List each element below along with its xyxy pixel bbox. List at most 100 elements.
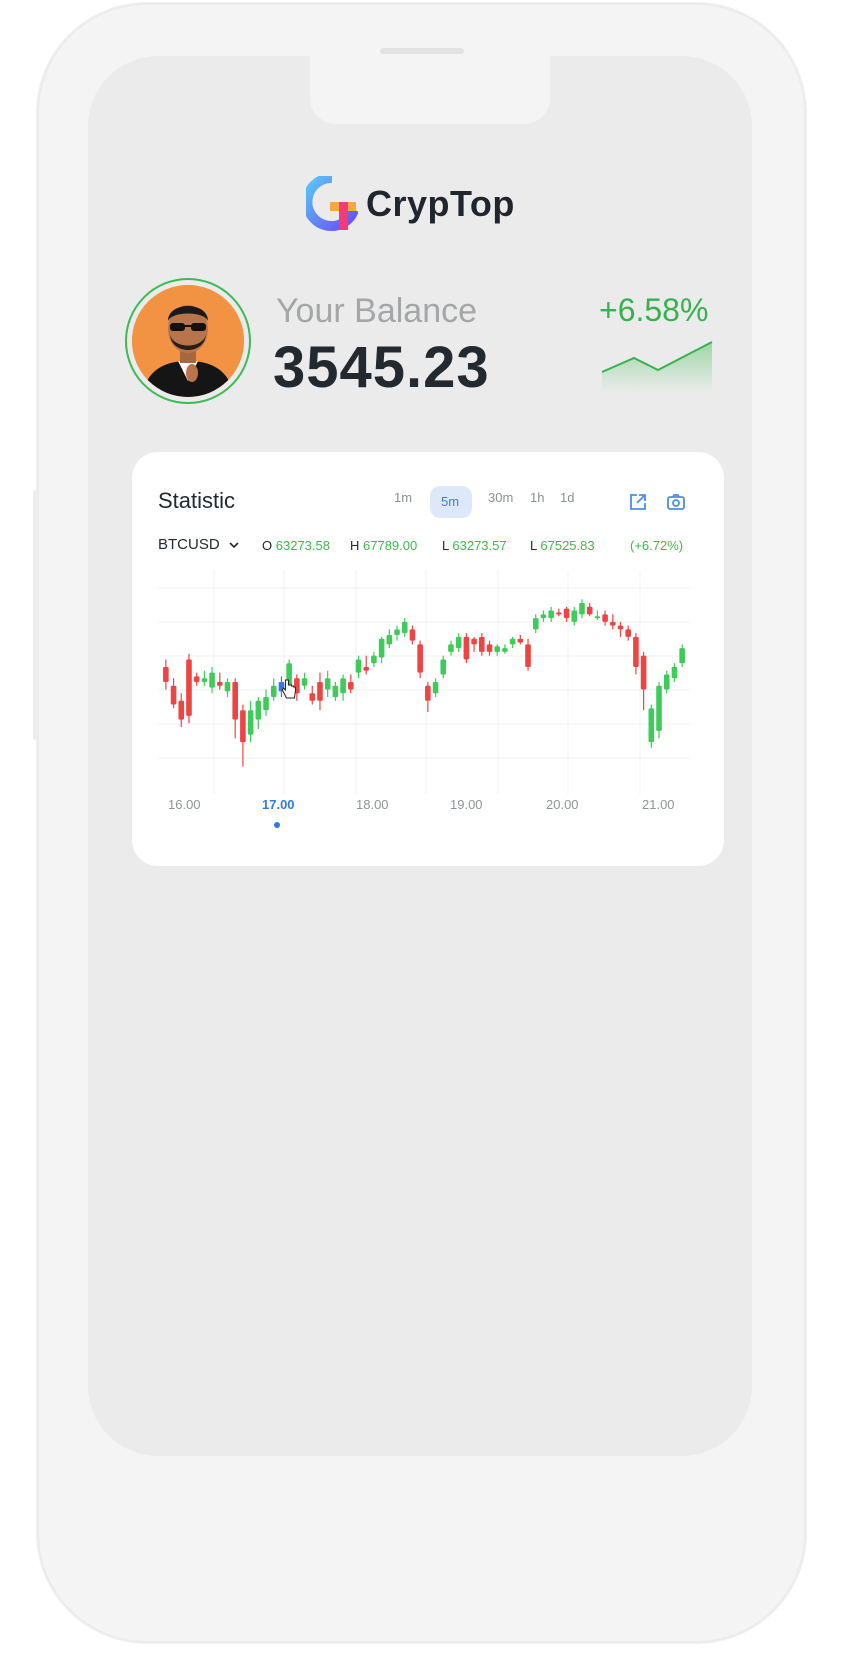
candle-body <box>517 638 524 643</box>
candle[interactable] <box>340 674 346 701</box>
candle[interactable] <box>471 636 477 652</box>
avatar[interactable] <box>132 285 244 397</box>
candle-body <box>216 682 223 686</box>
candle-body <box>502 648 508 652</box>
candle[interactable] <box>517 635 524 645</box>
candle-body <box>193 676 200 682</box>
statistic-card: Statistic 1m 5m 30m 1h 1d BTCUSD O 63273… <box>132 452 724 866</box>
camera-icon[interactable] <box>666 492 686 512</box>
candle-body <box>448 644 454 652</box>
candle-body <box>525 644 531 667</box>
candle[interactable] <box>502 644 508 654</box>
candle[interactable] <box>309 685 316 705</box>
x-tick-label-active[interactable]: 17.00 <box>262 797 295 812</box>
candle[interactable] <box>625 625 632 641</box>
candle[interactable] <box>247 700 254 743</box>
candle-body <box>440 659 447 675</box>
candle[interactable] <box>232 678 239 739</box>
candle-body <box>347 682 354 690</box>
candle[interactable] <box>640 651 647 711</box>
candle[interactable] <box>586 603 593 617</box>
candle[interactable] <box>556 608 562 617</box>
candle[interactable] <box>478 633 485 656</box>
x-tick-label: 16.00 <box>168 797 201 812</box>
candle[interactable] <box>417 640 423 679</box>
candle-body <box>571 610 578 622</box>
candle[interactable] <box>186 653 192 724</box>
x-tick-label: 19.00 <box>450 797 483 812</box>
candle[interactable] <box>432 678 439 698</box>
candle[interactable] <box>455 633 462 652</box>
notch <box>310 56 550 124</box>
candle-body <box>371 655 377 664</box>
candle[interactable] <box>317 672 323 711</box>
timeframe-1h[interactable]: 1h <box>530 490 544 505</box>
candle[interactable] <box>486 640 493 656</box>
candle[interactable] <box>509 636 516 649</box>
ohlc-open-value: 63273.58 <box>275 538 330 553</box>
candle[interactable] <box>201 670 208 686</box>
candle[interactable] <box>301 672 308 690</box>
candle[interactable] <box>401 618 408 637</box>
candle[interactable] <box>163 659 169 690</box>
candle[interactable] <box>463 633 470 664</box>
candle-body <box>540 614 547 619</box>
candle[interactable] <box>371 651 377 667</box>
candle[interactable] <box>571 606 578 626</box>
candlestick-chart[interactable] <box>158 570 690 794</box>
speaker-grille <box>380 48 464 54</box>
candle-body <box>340 678 346 694</box>
candle[interactable] <box>332 682 339 701</box>
external-link-icon[interactable] <box>628 492 648 512</box>
candle[interactable] <box>224 678 231 698</box>
timeframe-5m[interactable]: 5m <box>441 494 459 509</box>
candle[interactable] <box>216 672 223 690</box>
candle[interactable] <box>363 655 370 675</box>
candle[interactable] <box>540 610 547 622</box>
candle[interactable] <box>532 614 539 634</box>
candle[interactable] <box>633 633 639 675</box>
timeframe-1d[interactable]: 1d <box>560 490 574 505</box>
candle[interactable] <box>378 636 385 664</box>
ohlc-high: H 67789.00 <box>350 538 417 553</box>
ohlc-open: O 63273.58 <box>262 538 330 553</box>
candle[interactable] <box>594 610 601 620</box>
candle[interactable] <box>278 676 285 698</box>
candle[interactable] <box>263 689 269 716</box>
candle[interactable] <box>178 693 185 728</box>
candle[interactable] <box>448 640 454 656</box>
candle-body <box>617 625 624 630</box>
candle[interactable] <box>671 663 678 682</box>
candle[interactable] <box>525 638 531 671</box>
candle[interactable] <box>355 655 362 679</box>
pair-selector[interactable]: BTCUSD <box>158 536 240 553</box>
candle-body <box>656 685 662 731</box>
candle[interactable] <box>679 644 685 667</box>
timeframe-1m[interactable]: 1m <box>394 490 412 505</box>
candle[interactable] <box>563 606 570 622</box>
candle-body <box>478 636 485 652</box>
candle[interactable] <box>494 644 501 656</box>
candle-body <box>486 644 493 652</box>
candle-body <box>548 610 554 619</box>
ohlc-last: L 67525.83 <box>530 538 595 553</box>
candle-body <box>556 612 562 615</box>
candle[interactable] <box>409 625 416 645</box>
candle-body <box>247 710 254 735</box>
candle[interactable] <box>617 621 624 637</box>
candle[interactable] <box>440 655 447 679</box>
timeframe-30m[interactable]: 30m <box>488 490 513 505</box>
candle[interactable] <box>270 678 277 701</box>
candle[interactable] <box>324 670 331 698</box>
candle[interactable] <box>394 625 400 641</box>
candle[interactable] <box>579 599 585 619</box>
candle[interactable] <box>170 678 177 709</box>
candle[interactable] <box>240 704 246 767</box>
candle[interactable] <box>386 629 393 649</box>
candle[interactable] <box>656 682 662 739</box>
candle[interactable] <box>193 672 200 686</box>
x-tick-label: 18.00 <box>356 797 389 812</box>
candle[interactable] <box>548 606 554 622</box>
candle[interactable] <box>648 704 655 748</box>
candle[interactable] <box>602 610 608 626</box>
